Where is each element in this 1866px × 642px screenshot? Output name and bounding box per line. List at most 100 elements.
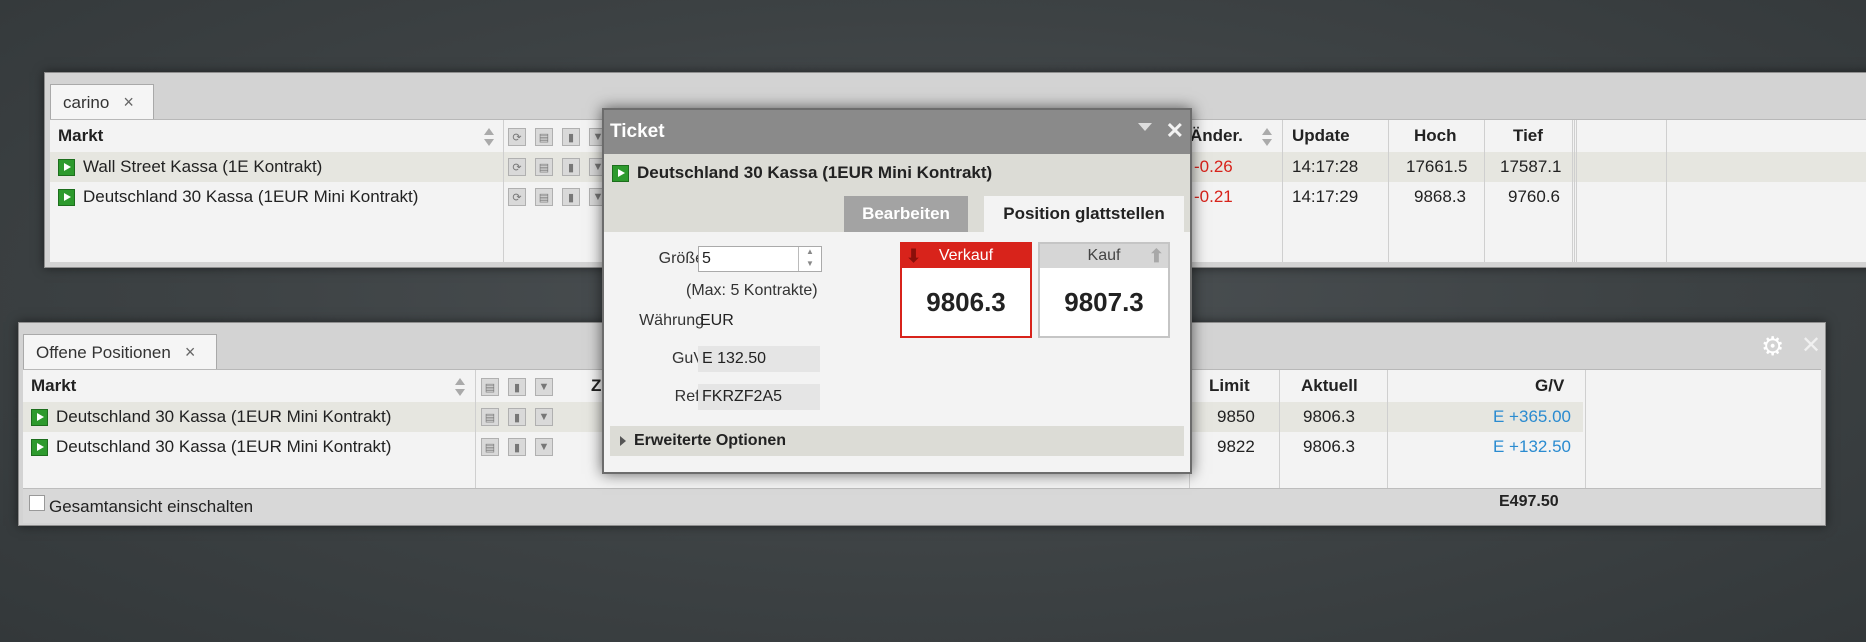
close-icon[interactable]: ✕ — [1166, 118, 1184, 144]
pnl-value: E +365.00 — [1493, 407, 1571, 426]
chart-icon[interactable]: ▮ — [508, 438, 526, 456]
play-icon[interactable] — [58, 158, 75, 176]
header-hoch[interactable]: Hoch — [1414, 120, 1457, 152]
col-divider — [1572, 120, 1573, 262]
chart-icon[interactable]: ▮ — [562, 158, 580, 176]
news-icon[interactable]: ▤ — [535, 158, 553, 176]
col-divider — [1666, 120, 1667, 262]
news-icon[interactable]: ▤ — [481, 408, 499, 426]
news-icon[interactable]: ▤ — [535, 128, 553, 146]
chevron-down-icon[interactable] — [1138, 123, 1152, 131]
sort-icon[interactable] — [484, 128, 494, 146]
col-divider — [1282, 120, 1283, 262]
position-name: Deutschland 30 Kassa (1EUR Mini Kontrakt… — [56, 407, 392, 426]
tab-bearbeiten[interactable]: Bearbeiten — [844, 196, 968, 232]
table-row[interactable]: Deutschland 30 Kassa (1EUR Mini Kontrakt… — [31, 402, 391, 432]
update-time: 14:17:29 — [1292, 187, 1359, 206]
advanced-options-toggle[interactable]: Erweiterte Optionen — [610, 426, 1184, 456]
table-row[interactable]: Deutschland 30 Kassa (1EUR Mini Kontrakt… — [31, 432, 391, 462]
play-icon[interactable] — [58, 188, 75, 206]
chart-icon[interactable]: ▮ — [562, 188, 580, 206]
stepper-down-icon[interactable]: ▼ — [798, 259, 821, 271]
change-value: -0.21 — [1194, 187, 1233, 206]
buy-price: 9807.3 — [1064, 286, 1144, 317]
ticket-tabs: Bearbeiten Position glattstellen — [604, 192, 1190, 232]
refresh-icon[interactable]: ⟳ — [508, 188, 526, 206]
play-icon[interactable] — [31, 438, 48, 456]
header-gv[interactable]: G/V — [1535, 370, 1564, 402]
tab-position-glattstellen[interactable]: Position glattstellen — [984, 196, 1184, 232]
stepper-up-icon[interactable]: ▲ — [798, 247, 821, 259]
col-divider — [1574, 120, 1575, 262]
sell-label: Verkauf — [938, 247, 994, 264]
tab-carino[interactable]: carino × — [50, 84, 154, 120]
gear-icon[interactable]: ⚙ — [1761, 331, 1784, 362]
size-stepper[interactable]: 5 ▲ ▼ — [698, 246, 822, 272]
limit-value: 9822 — [1217, 437, 1255, 456]
chart-icon[interactable]: ▮ — [508, 408, 526, 426]
pnl-value: E +132.50 — [1493, 437, 1571, 456]
col-divider — [1388, 120, 1389, 262]
buy-button[interactable]: Kauf ⬆ 9807.3 — [1038, 242, 1170, 338]
table-row[interactable]: Wall Street Kassa (1E Kontrakt) — [58, 152, 322, 182]
header-update[interactable]: Update — [1292, 120, 1350, 152]
col-divider — [475, 370, 476, 488]
low-value: 9760.6 — [1508, 187, 1560, 206]
close-icon[interactable]: × — [185, 342, 196, 363]
tab-offene-positionen[interactable]: Offene Positionen × — [23, 334, 217, 370]
news-icon[interactable]: ▤ — [535, 188, 553, 206]
chart-icon[interactable]: ▮ — [508, 378, 526, 396]
col-divider — [1387, 370, 1388, 488]
buy-label: Kauf — [1087, 247, 1121, 264]
max-note: (Max: 5 Kontrakte) — [686, 282, 818, 299]
col-divider — [503, 120, 504, 262]
table-row[interactable]: Deutschland 30 Kassa (1EUR Mini Kontrakt… — [58, 182, 418, 212]
close-icon[interactable]: ✕ — [1801, 331, 1821, 360]
header-markt[interactable]: Markt — [58, 120, 103, 152]
sell-button[interactable]: ⬇ Verkauf 9806.3 — [900, 242, 1032, 338]
advanced-options-label: Erweiterte Optionen — [634, 432, 787, 449]
position-name: Deutschland 30 Kassa (1EUR Mini Kontrakt… — [56, 437, 392, 456]
sort-icon[interactable] — [1262, 128, 1272, 146]
header-tief[interactable]: Tief — [1513, 120, 1543, 152]
chevron-down-icon[interactable]: ▼ — [535, 378, 553, 396]
ticket-titlebar[interactable]: Ticket ✕ — [604, 110, 1190, 154]
high-value: 9868.3 — [1414, 187, 1466, 206]
refresh-icon[interactable]: ⟳ — [508, 128, 526, 146]
arrow-down-icon: ⬇ — [906, 246, 922, 266]
arrow-up-icon: ⬆ — [1148, 246, 1164, 266]
header-aktuell[interactable]: Aktuell — [1301, 370, 1358, 402]
news-icon[interactable]: ▤ — [481, 378, 499, 396]
chart-icon[interactable]: ▮ — [562, 128, 580, 146]
play-icon — [612, 164, 629, 182]
checkbox[interactable] — [29, 495, 45, 511]
chevron-down-icon[interactable]: ▼ — [535, 438, 553, 456]
ticket-dialog: Ticket ✕ Deutschland 30 Kassa (1EUR Mini… — [602, 108, 1192, 474]
header-markt[interactable]: Markt — [31, 370, 76, 402]
col-divider — [1279, 370, 1280, 488]
chevron-down-icon[interactable]: ▼ — [535, 408, 553, 426]
buy-header: Kauf ⬆ — [1040, 244, 1168, 268]
sell-header: ⬇ Verkauf — [902, 244, 1030, 268]
col-divider — [1576, 120, 1577, 262]
refresh-icon[interactable]: ⟳ — [508, 158, 526, 176]
col-divider — [1585, 370, 1586, 488]
header-aender[interactable]: Änder. — [1190, 120, 1243, 152]
close-icon[interactable]: × — [123, 92, 134, 113]
currency-value: EUR — [700, 312, 734, 329]
header-z[interactable]: Z — [591, 370, 601, 402]
chevron-right-icon — [620, 436, 626, 446]
sort-icon[interactable] — [455, 378, 465, 396]
low-value: 17587.1 — [1500, 157, 1562, 176]
news-icon[interactable]: ▤ — [481, 438, 499, 456]
update-time: 14:17:28 — [1292, 157, 1359, 176]
checkbox-label: Gesamtansicht einschalten — [49, 497, 254, 516]
size-input[interactable]: 5 — [702, 250, 711, 268]
ref-field: FKRZF2A5 — [698, 384, 820, 410]
play-icon[interactable] — [31, 408, 48, 426]
positions-footer: Gesamtansicht einschalten E497.50 — [23, 488, 1821, 523]
header-limit[interactable]: Limit — [1209, 370, 1250, 402]
instrument-name: Deutschland 30 Kassa (1EUR Mini Kontrakt… — [637, 163, 993, 182]
high-value: 17661.5 — [1406, 157, 1468, 176]
pnl-field: E 132.50 — [698, 346, 820, 372]
